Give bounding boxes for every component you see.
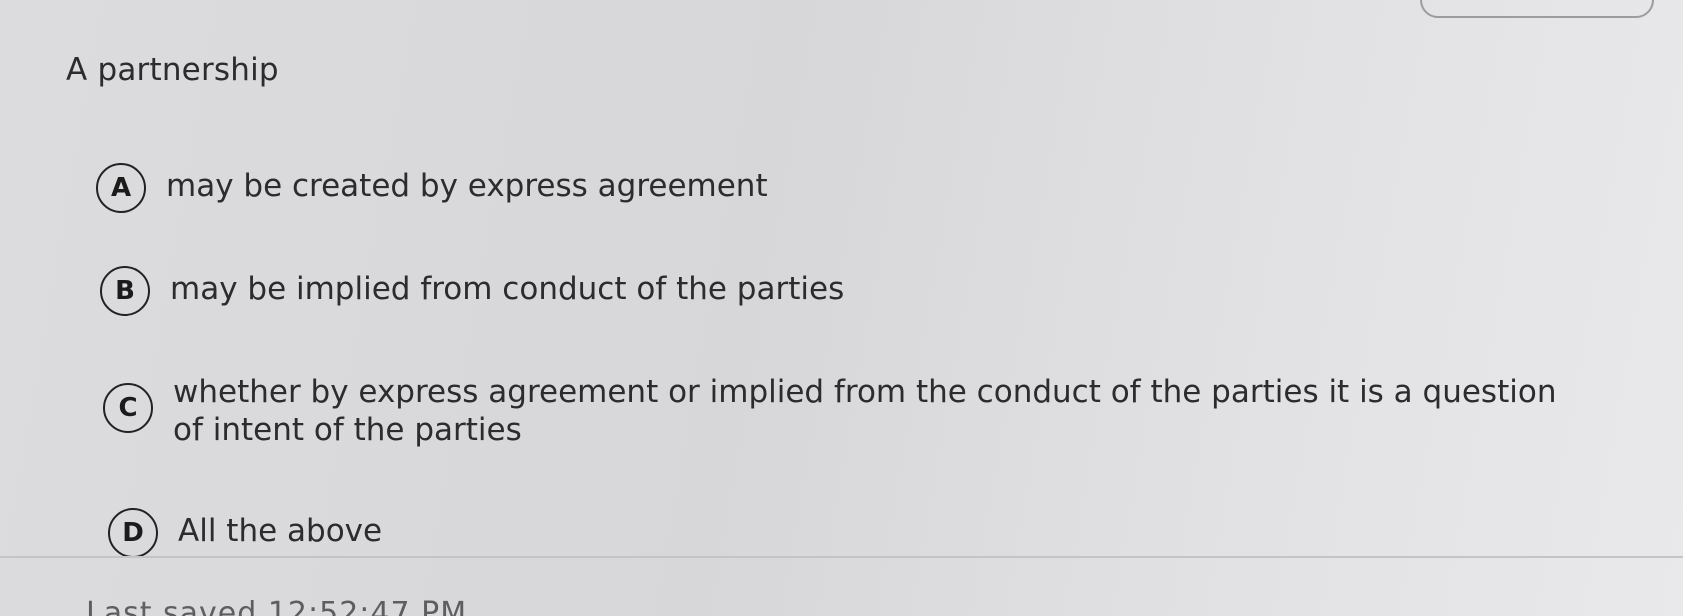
option-a[interactable]: A may be created by express agreement <box>96 163 768 213</box>
question-text: A partnership <box>66 52 279 88</box>
option-a-text: may be created by express agreement <box>166 168 768 204</box>
quiz-screen: A partnership A may be created by expres… <box>0 0 1683 616</box>
option-c[interactable]: C whether by express agreement or implie… <box>103 374 1573 449</box>
option-d-text: All the above <box>178 513 383 549</box>
last-saved-status: Last saved 12:52:47 PM <box>86 596 468 616</box>
option-d[interactable]: D All the above <box>108 508 382 558</box>
option-b[interactable]: B may be implied from conduct of the par… <box>100 266 844 316</box>
option-c-badge[interactable]: C <box>103 383 153 433</box>
top-button-partial[interactable] <box>1420 0 1654 18</box>
option-a-badge[interactable]: A <box>96 163 146 213</box>
footer-divider <box>0 556 1683 558</box>
option-b-text: may be implied from conduct of the parti… <box>170 271 845 307</box>
option-c-text: whether by express agreement or implied … <box>173 374 1557 448</box>
option-d-badge[interactable]: D <box>108 508 158 558</box>
option-b-badge[interactable]: B <box>100 266 150 316</box>
